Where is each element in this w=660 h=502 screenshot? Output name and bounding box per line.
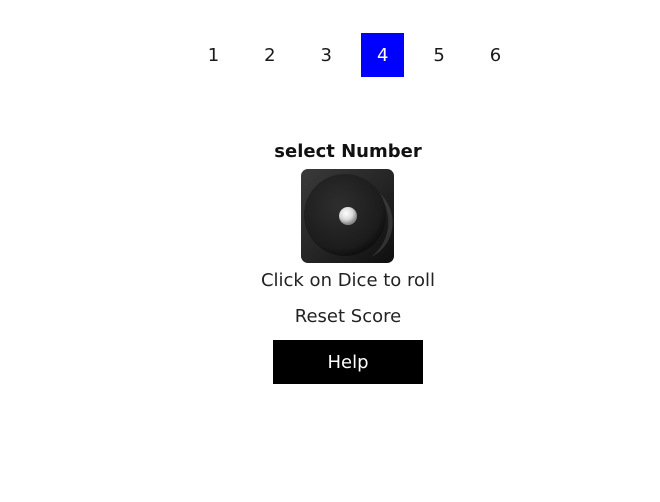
dice-game-page: 1 2 3 4 5 6 select Number Click on Dice … bbox=[0, 0, 660, 502]
number-option-2[interactable]: 2 bbox=[248, 33, 291, 77]
roll-instruction: Click on Dice to roll bbox=[260, 270, 436, 291]
number-selector: 1 2 3 4 5 6 bbox=[192, 33, 517, 77]
number-option-3[interactable]: 3 bbox=[305, 33, 348, 77]
number-option-6[interactable]: 6 bbox=[474, 33, 517, 77]
select-number-label: select Number bbox=[274, 141, 422, 162]
number-option-1[interactable]: 1 bbox=[192, 33, 235, 77]
reset-score-button[interactable]: Reset Score bbox=[290, 306, 406, 332]
number-option-4[interactable]: 4 bbox=[361, 33, 405, 77]
number-option-5[interactable]: 5 bbox=[418, 33, 461, 77]
help-button[interactable]: Help bbox=[273, 340, 423, 384]
dice-face-one-icon[interactable] bbox=[301, 169, 394, 263]
